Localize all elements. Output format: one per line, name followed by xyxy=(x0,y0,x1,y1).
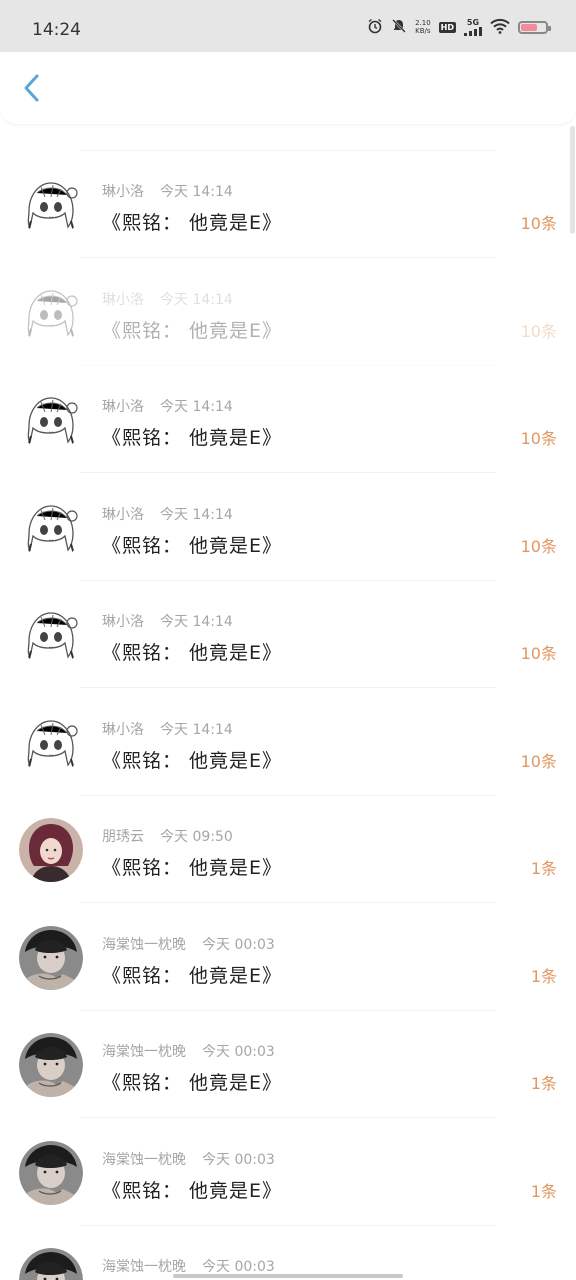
list-item[interactable]: 海棠蚀一枕晚 今天 00:03 《熙铭： 他竟是E》 1条 xyxy=(0,1011,576,1118)
message-title: 《熙铭： 他竟是E》 xyxy=(102,857,283,879)
scrollbar[interactable] xyxy=(570,126,575,234)
message-count: 10条 xyxy=(520,321,557,341)
message-title: 《熙铭： 他竟是E》 xyxy=(102,964,283,987)
message-time: 今天 14:14 xyxy=(160,614,233,630)
message-time: 今天 14:14 xyxy=(160,184,233,200)
list-item[interactable]: 琳小洛 今天 14:14 《熙铭： 他竟是E》 10条 xyxy=(0,581,576,688)
list-item[interactable]: 琳小洛 今天 14:14 《熙铭： 他竟是E》 10条 xyxy=(0,151,576,258)
list-item-partial[interactable] xyxy=(0,124,576,151)
message-time: 今天 00:03 xyxy=(202,1259,275,1275)
message-meta: 琳小洛 今天 14:14 xyxy=(102,181,233,201)
status-icons: 2.10 KB/s HD 5G xyxy=(367,16,551,38)
home-indicator[interactable] xyxy=(173,1274,403,1278)
message-time: 今天 14:14 xyxy=(160,721,233,738)
status-time: 14:24 xyxy=(32,20,81,40)
message-meta: 朋琇云 今天 09:50 xyxy=(102,826,233,846)
message-meta: 琳小洛 今天 14:14 xyxy=(102,611,233,631)
anime-girl-avatar[interactable] xyxy=(19,495,83,560)
message-count: 1条 xyxy=(530,1181,557,1201)
list-item[interactable]: 琳小洛 今天 14:14 《熙铭： 他竟是E》 10条 xyxy=(0,689,576,796)
message-time: 今天 00:03 xyxy=(202,1044,275,1060)
username: 朋琇云 xyxy=(102,829,144,845)
username: 琳小洛 xyxy=(102,614,144,630)
list-item[interactable]: 海棠蚀一枕晚 今天 00:03 《熙铭： 他竟是E》 1条 xyxy=(0,1119,576,1226)
message-time: 今天 14:14 xyxy=(160,291,233,308)
list-item[interactable]: 海棠蚀一枕晚 今天 00:03 《熙铭： 他竟是E》 1条 xyxy=(0,904,576,1011)
message-title: 《熙铭： 他竟是E》 xyxy=(102,1072,283,1094)
username: 琳小洛 xyxy=(102,721,144,738)
hd-badge: HD xyxy=(438,21,456,33)
message-meta: 海棠蚀一枕晚 今天 00:03 xyxy=(102,934,275,954)
list-item[interactable]: 琳小洛 今天 14:14 《熙铭： 他竟是E》 10条 xyxy=(0,259,576,366)
boy-photo-avatar[interactable] xyxy=(19,1248,83,1280)
message-title: 《熙铭： 他竟是E》 xyxy=(102,534,283,557)
anime-girl-avatar[interactable] xyxy=(19,280,83,345)
list-item[interactable]: 琳小洛 今天 14:14 《熙铭： 他竟是E》 10条 xyxy=(0,366,576,473)
message-count: 1条 xyxy=(530,859,557,878)
message-title: 《熙铭： 他竟是E》 xyxy=(102,212,283,234)
battery-icon xyxy=(518,20,551,34)
message-title: 《熙铭： 他竟是E》 xyxy=(102,319,283,342)
message-title: 《熙铭： 他竟是E》 xyxy=(102,749,283,772)
username: 海棠蚀一枕晚 xyxy=(102,1259,186,1275)
boy-photo-avatar[interactable] xyxy=(19,1033,83,1097)
message-time: 今天 14:14 xyxy=(160,506,233,523)
chevron-left-icon xyxy=(24,74,39,102)
message-count: 1条 xyxy=(530,1074,557,1093)
username: 琳小洛 xyxy=(102,399,144,415)
message-meta: 琳小洛 今天 14:14 xyxy=(102,504,233,524)
message-title: 《熙铭： 他竟是E》 xyxy=(102,427,283,449)
wifi-icon xyxy=(490,18,510,37)
alarm-icon xyxy=(367,18,383,37)
signal-5g-icon: 5G xyxy=(464,17,482,36)
net-speed: 2.10 KB/s xyxy=(415,19,431,35)
message-meta: 海棠蚀一枕晚 今天 00:03 xyxy=(102,1149,275,1169)
mute-bell-icon xyxy=(391,18,407,37)
message-count: 10条 xyxy=(520,429,557,448)
net-speed-value: 2.10 xyxy=(415,19,431,27)
username: 琳小洛 xyxy=(102,291,144,308)
message-meta: 海棠蚀一枕晚 今天 00:03 xyxy=(102,1041,275,1061)
anime-girl-avatar[interactable] xyxy=(19,173,83,237)
message-meta: 琳小洛 今天 14:14 xyxy=(102,719,233,739)
message-time: 今天 00:03 xyxy=(202,936,275,953)
message-count: 1条 xyxy=(530,966,557,986)
message-meta: 海棠蚀一枕晚 今天 00:03 xyxy=(102,1256,275,1276)
message-title: 《熙铭： 他竟是E》 xyxy=(102,1179,283,1202)
message-meta: 琳小洛 今天 14:14 xyxy=(102,396,233,416)
network-label: 5G xyxy=(466,17,480,27)
list-item[interactable]: 朋琇云 今天 09:50 《熙铭： 他竟是E》 1条 xyxy=(0,796,576,903)
anime-girl-avatar[interactable] xyxy=(19,710,83,775)
woman-photo-avatar[interactable] xyxy=(19,818,83,882)
status-bar: 14:24 2.10 KB/s HD 5G xyxy=(0,0,576,52)
message-time: 今天 00:03 xyxy=(202,1151,275,1168)
message-count: 10条 xyxy=(520,751,557,771)
boy-photo-avatar[interactable] xyxy=(19,925,83,990)
boy-photo-avatar[interactable] xyxy=(19,1140,83,1205)
message-count: 10条 xyxy=(520,644,557,663)
anime-girl-avatar[interactable] xyxy=(19,388,83,452)
username: 海棠蚀一枕晚 xyxy=(102,936,186,953)
message-time: 今天 09:50 xyxy=(160,829,233,845)
username: 海棠蚀一枕晚 xyxy=(102,1044,186,1060)
message-title: 《熙铭： 他竟是E》 xyxy=(102,642,283,664)
message-count: 10条 xyxy=(520,214,557,233)
username: 琳小洛 xyxy=(102,506,144,523)
list-item[interactable]: 海棠蚀一枕晚 今天 00:03 xyxy=(0,1226,576,1280)
back-button[interactable] xyxy=(14,70,50,106)
net-speed-unit: KB/s xyxy=(415,27,431,35)
anime-girl-avatar[interactable] xyxy=(19,603,83,667)
list-item[interactable]: 琳小洛 今天 14:14 《熙铭： 他竟是E》 10条 xyxy=(0,474,576,581)
message-time: 今天 14:14 xyxy=(160,399,233,415)
message-list[interactable]: 琳小洛 今天 14:14 《熙铭： 他竟是E》 10条 琳小洛 今天 14:14 《熙铭： … xyxy=(0,124,576,1280)
username: 海棠蚀一枕晚 xyxy=(102,1151,186,1168)
message-count: 10条 xyxy=(520,536,557,556)
username: 琳小洛 xyxy=(102,184,144,200)
nav-bar xyxy=(0,52,576,124)
message-meta: 琳小洛 今天 14:14 xyxy=(102,289,233,309)
